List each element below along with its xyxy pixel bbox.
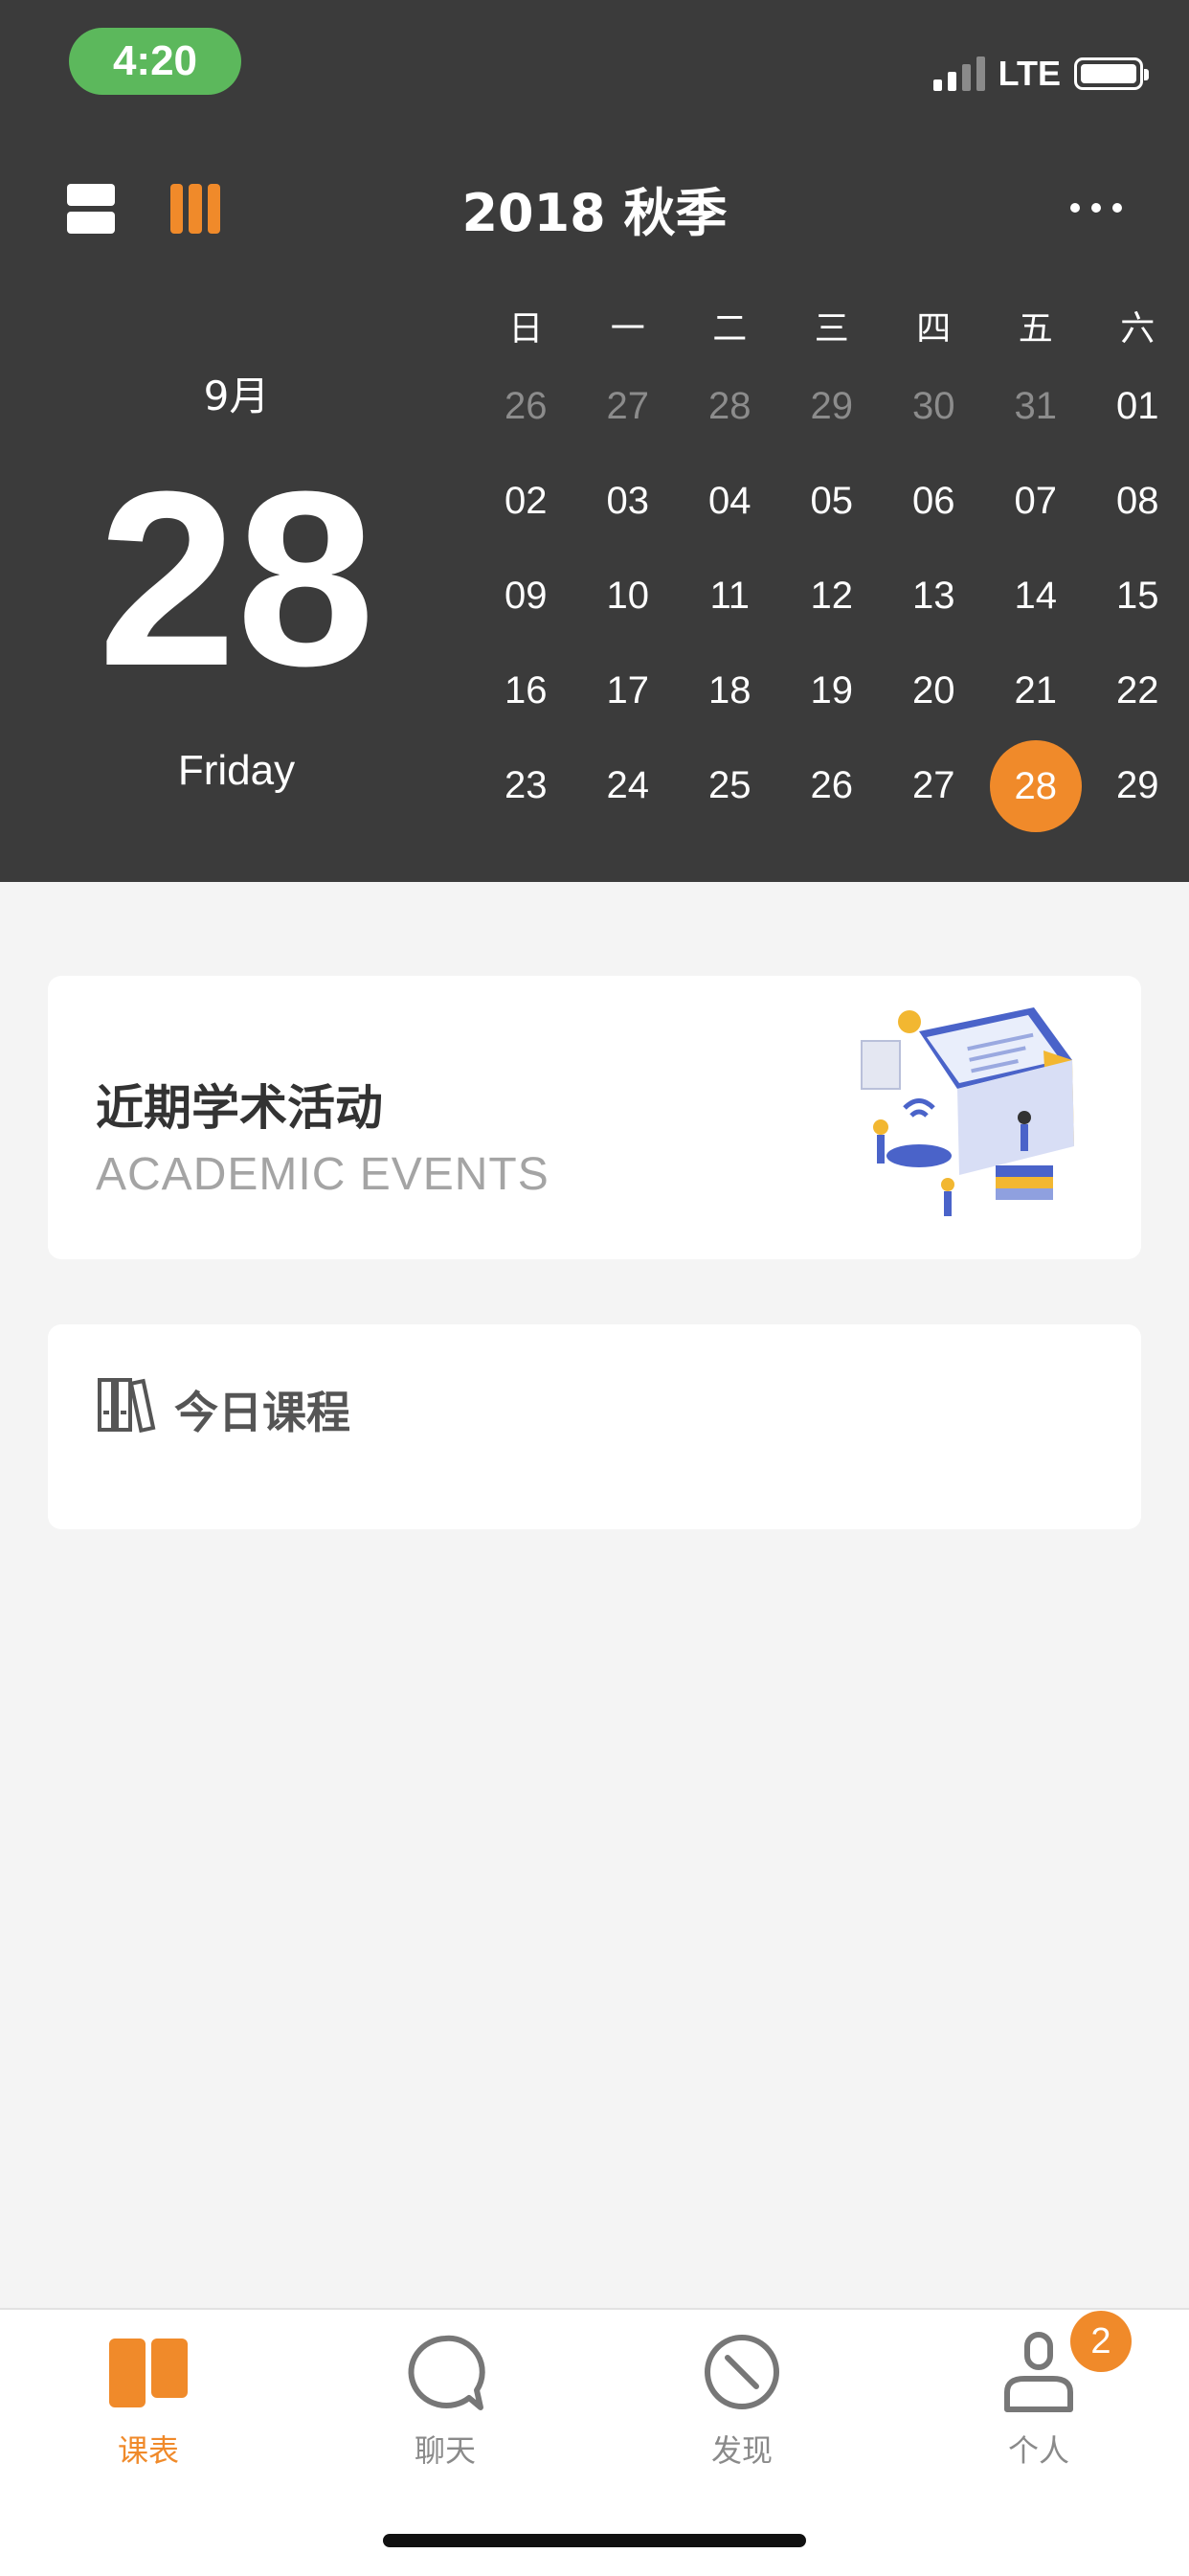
- calendar-day[interactable]: 10: [577, 575, 680, 618]
- calendar-week: 23 24 25 26 27 28 29: [475, 738, 1189, 833]
- academic-events-card[interactable]: 近期学术活动 ACADEMIC EVENTS: [48, 976, 1141, 1259]
- calendar-day[interactable]: 27: [577, 385, 680, 428]
- compass-icon: [699, 2329, 785, 2415]
- weekday-header: 六: [1120, 309, 1155, 349]
- calendar-day[interactable]: 08: [1087, 480, 1189, 523]
- tab-schedule[interactable]: 课表: [53, 2329, 244, 2471]
- more-options-button[interactable]: [1070, 203, 1122, 213]
- weekday-header: 四: [916, 309, 952, 349]
- calendar-day[interactable]: 16: [475, 669, 577, 712]
- network-label: LTE: [998, 54, 1061, 93]
- events-subtitle: ACADEMIC EVENTS: [96, 1149, 550, 1200]
- profile-notification-badge: 2: [1070, 2311, 1132, 2372]
- calendar-day[interactable]: 28: [679, 385, 781, 428]
- weekday-header: 五: [1018, 309, 1053, 349]
- calendar-day[interactable]: 06: [883, 480, 985, 523]
- calendar-week: 26 27 28 29 30 31 01: [475, 359, 1189, 454]
- calendar-day[interactable]: 27: [883, 764, 985, 807]
- weekday-header: 三: [814, 309, 849, 349]
- calendar-day[interactable]: 23: [475, 764, 577, 807]
- calendar-day[interactable]: 09: [475, 575, 577, 618]
- calendar-week: 09 10 11 12 13 14 15: [475, 549, 1189, 644]
- home-indicator[interactable]: [383, 2534, 806, 2547]
- calendar-day[interactable]: 21: [985, 669, 1088, 712]
- courses-title: 今日课程: [174, 1387, 350, 1438]
- calendar-day[interactable]: 04: [679, 480, 781, 523]
- tab-label: 个人: [1007, 2432, 1069, 2469]
- calendar-day[interactable]: 20: [883, 669, 985, 712]
- calendar-day[interactable]: 26: [781, 764, 884, 807]
- app-header: 4:20 LTE 2018 秋季 9月 28 Friday 日 一 二 三 四 …: [0, 0, 1189, 882]
- calendar-week: 02 03 04 05 06 07 08: [475, 454, 1189, 549]
- tab-label: 发现: [710, 2432, 773, 2469]
- calendar-day[interactable]: 03: [577, 480, 680, 523]
- tab-chat[interactable]: 聊天: [349, 2329, 541, 2471]
- calendar-day[interactable]: 01: [1087, 385, 1189, 428]
- signal-icon: [932, 56, 985, 91]
- calendar-day[interactable]: 19: [781, 669, 884, 712]
- weekday-header-row: 日 一 二 三 四 五 六: [475, 292, 1189, 359]
- weekday-header: 一: [610, 309, 645, 349]
- calendar-day[interactable]: 12: [781, 575, 884, 618]
- calendar-day[interactable]: 11: [679, 575, 781, 618]
- selected-day-label: 28: [989, 739, 1082, 832]
- calendar-day[interactable]: 13: [883, 575, 985, 618]
- current-day: 28: [98, 441, 375, 718]
- chat-bubble-icon: [402, 2329, 488, 2415]
- calendar-week: 16 17 18 19 20 21 22: [475, 644, 1189, 738]
- calendar-day[interactable]: 07: [985, 480, 1088, 523]
- events-title: 近期学术活动: [96, 1080, 383, 1136]
- weekday-header: 二: [712, 309, 748, 349]
- calendar-day[interactable]: 05: [781, 480, 884, 523]
- month-calendar: 日 一 二 三 四 五 六 26 27 28 29 30 31 01 02 03…: [475, 292, 1189, 833]
- page-title: 2018 秋季: [461, 183, 728, 243]
- tab-label: 课表: [117, 2432, 179, 2469]
- books-icon: [98, 1378, 156, 1434]
- calendar-day[interactable]: 14: [985, 575, 1088, 618]
- calendar-day[interactable]: 22: [1087, 669, 1189, 712]
- weekday-header: 日: [508, 309, 544, 349]
- calendar-day[interactable]: 15: [1087, 575, 1189, 618]
- calendar-day[interactable]: 29: [1087, 764, 1189, 807]
- calendar-day[interactable]: 24: [577, 764, 680, 807]
- today-courses-card[interactable]: 今日课程: [48, 1324, 1141, 1529]
- schedule-icon: [105, 2329, 191, 2415]
- academic-illustration-icon: [861, 1007, 1074, 1216]
- tab-discover[interactable]: 发现: [646, 2329, 838, 2471]
- current-weekday: Friday: [177, 747, 296, 794]
- tab-label: 聊天: [414, 2432, 476, 2469]
- calendar-day[interactable]: 30: [883, 385, 985, 428]
- calendar-day[interactable]: 18: [679, 669, 781, 712]
- calendar-day[interactable]: 17: [577, 669, 680, 712]
- person-icon: [996, 2329, 1082, 2415]
- calendar-day[interactable]: 26: [475, 385, 577, 428]
- current-month: 9月: [203, 373, 270, 419]
- calendar-day-selected[interactable]: 28: [985, 739, 1088, 832]
- calendar-day[interactable]: 31: [985, 385, 1088, 428]
- status-indicators: LTE: [932, 50, 1149, 98]
- calendar-day[interactable]: 02: [475, 480, 577, 523]
- calendar-day[interactable]: 25: [679, 764, 781, 807]
- calendar-day[interactable]: 29: [781, 385, 884, 428]
- battery-icon: [1074, 57, 1149, 90]
- status-time: 4:20: [69, 28, 241, 95]
